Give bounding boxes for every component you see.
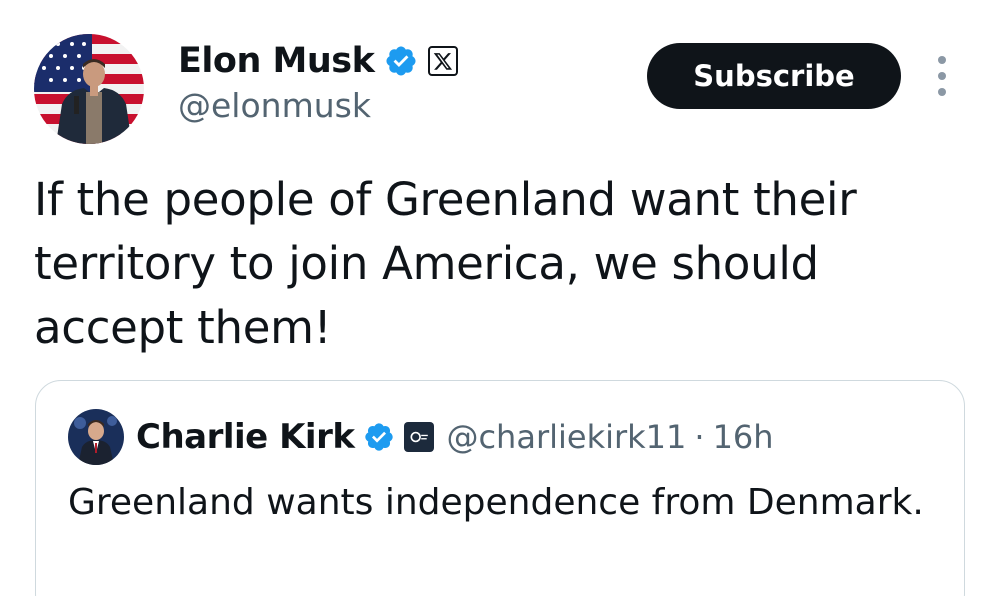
quoted-timestamp[interactable]: 16h: [713, 418, 774, 456]
x-logo-icon: [428, 46, 459, 76]
more-dot: [938, 56, 946, 64]
separator-dot: ·: [694, 418, 705, 456]
avatar-image: [68, 409, 124, 465]
author-name-row: Elon Musk: [178, 38, 459, 84]
quoted-handle[interactable]: @charliekirk11: [446, 418, 686, 456]
author-display-name[interactable]: Elon Musk: [178, 41, 375, 81]
quoted-author-row: Charlie Kirk @charliekirk11 · 16h: [136, 411, 774, 463]
avatar-image: [34, 34, 144, 144]
author-handle[interactable]: @elonmusk: [178, 86, 371, 125]
quoted-tweet-text: Greenland wants independence from Denmar…: [68, 482, 924, 523]
verified-badge-icon[interactable]: [384, 44, 418, 78]
tweet-text: If the people of Greenland want their te…: [34, 173, 857, 354]
verified-badge-icon[interactable]: [363, 421, 395, 453]
more-dot: [938, 72, 946, 80]
more-dot: [938, 88, 946, 96]
tweet-card: Elon Musk @elonmusk Subscribe If the peo…: [0, 0, 1000, 596]
author-avatar[interactable]: [34, 34, 144, 144]
quoted-author-avatar[interactable]: [68, 409, 124, 465]
more-vertical-icon[interactable]: [929, 56, 955, 96]
organization-badge-icon: [404, 422, 435, 452]
subscribe-button[interactable]: Subscribe: [647, 43, 901, 109]
quoted-tweet[interactable]: Charlie Kirk @charliekirk11 · 16h Greenl…: [35, 380, 965, 596]
quoted-display-name[interactable]: Charlie Kirk: [136, 417, 355, 457]
